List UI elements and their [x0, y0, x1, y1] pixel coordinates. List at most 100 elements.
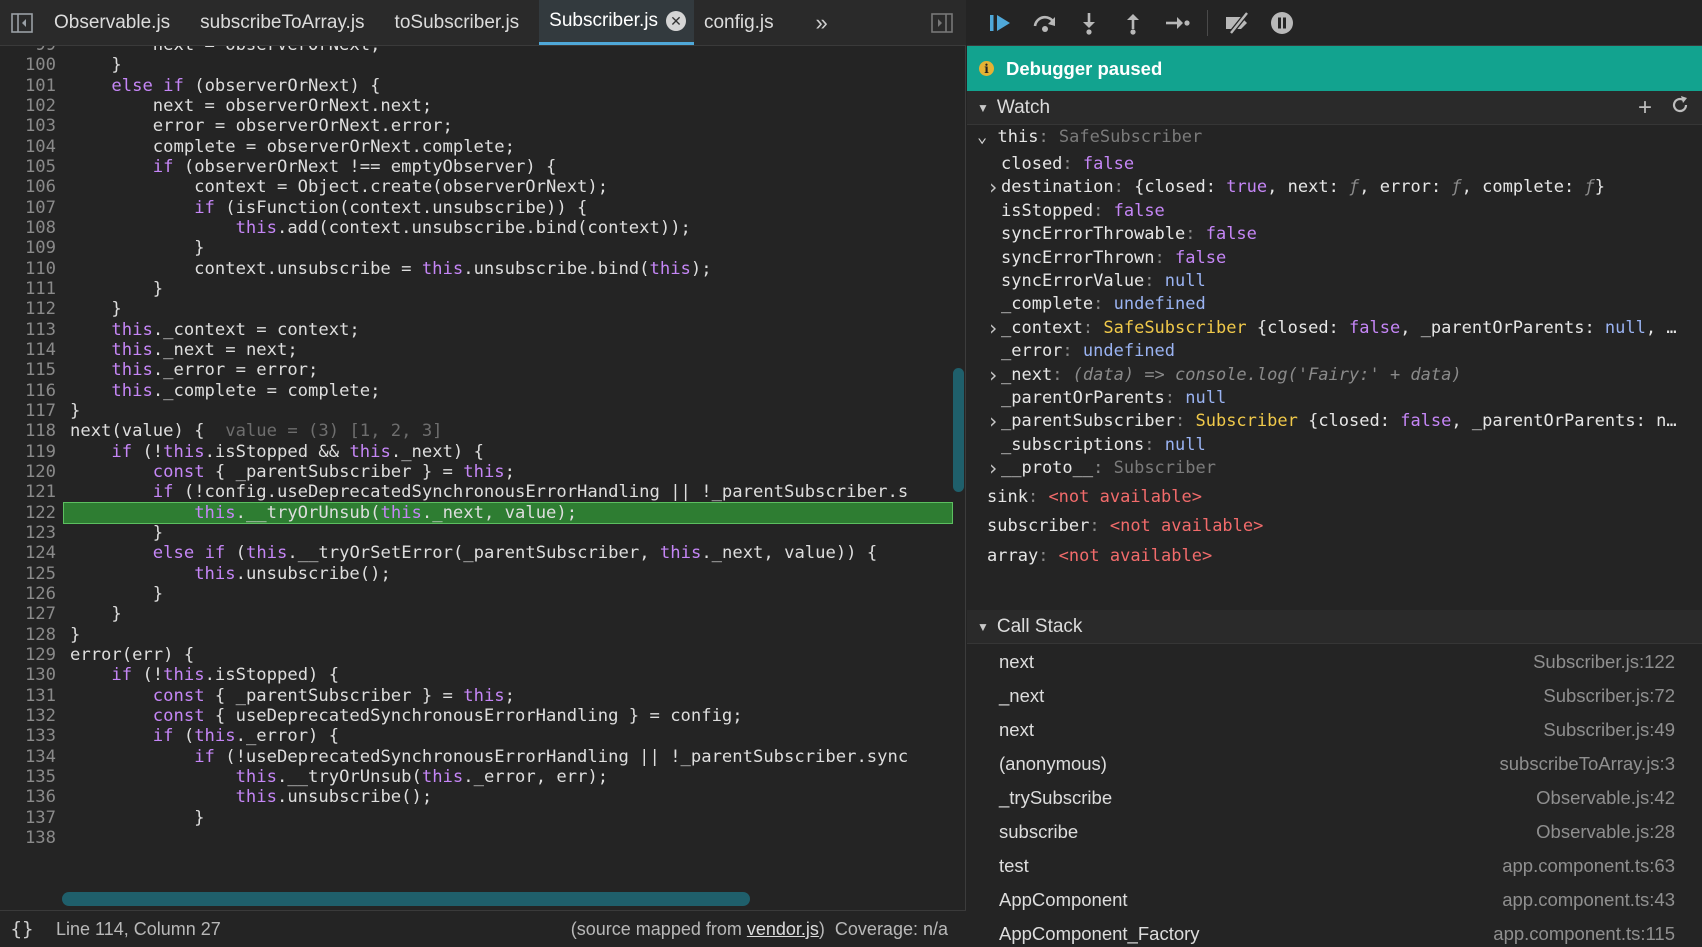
line-number[interactable]: 120 [0, 461, 56, 483]
line-number[interactable]: 136 [0, 786, 56, 808]
code-text: if (observerOrNext !== emptyObserver) { [152, 156, 557, 177]
line-number[interactable]: 128 [0, 624, 56, 646]
refresh-icon[interactable] [1670, 94, 1690, 122]
expand-arrow-icon[interactable]: › [987, 176, 999, 198]
call-stack-section-header[interactable]: ▼ Call Stack [967, 610, 1702, 644]
line-number[interactable]: 106 [0, 176, 56, 198]
line-number[interactable]: 111 [0, 278, 56, 300]
line-number[interactable]: 138 [0, 827, 56, 849]
line-number[interactable]: 126 [0, 583, 56, 605]
line-number[interactable]: 107 [0, 197, 56, 219]
code-text: this.__tryOrUnsub(this._next, value); [194, 502, 578, 523]
line-number[interactable]: 103 [0, 115, 56, 137]
tab-tosubscriber-js[interactable]: toSubscriber.js [385, 0, 540, 45]
call-stack-frame[interactable]: test app.component.ts:63 [967, 849, 1702, 883]
watch-property-row[interactable]: › destination: {closed: true, next: ƒ, er… [987, 176, 1605, 198]
code-line: 110 context.unsubscribe = this.unsubscri… [0, 258, 966, 280]
resume-icon[interactable] [981, 3, 1021, 43]
call-stack-frame[interactable]: (anonymous) subscribeToArray.js:3 [967, 747, 1702, 781]
deactivate-breakpoints-icon[interactable] [1218, 3, 1258, 43]
keyword-token: else [111, 75, 153, 96]
watch-expression-row[interactable]: sink: <not available> [987, 486, 1202, 508]
code-line: 124 else if (this.__tryOrSetError(_paren… [0, 542, 966, 564]
line-number[interactable]: 133 [0, 725, 56, 747]
watch-section-header[interactable]: ▼ Watch + [967, 91, 1702, 125]
code-text: } [70, 299, 122, 320]
line-number[interactable]: 132 [0, 705, 56, 727]
pretty-print-button[interactable]: {} [0, 918, 44, 940]
step-out-icon[interactable] [1113, 3, 1153, 43]
expand-arrow-icon[interactable]: › [987, 364, 999, 386]
line-number[interactable]: 100 [0, 54, 56, 76]
line-number[interactable]: 117 [0, 400, 56, 422]
source-map-link[interactable]: vendor.js [747, 919, 819, 939]
line-number[interactable]: 125 [0, 563, 56, 585]
watch-property-row[interactable]: › __proto__: Subscriber [987, 457, 1216, 479]
step-icon[interactable] [1157, 3, 1197, 43]
watch-expression-key: sink [987, 486, 1028, 507]
pause-on-exceptions-icon[interactable] [1262, 3, 1302, 43]
code-view[interactable]: 99 next = observerOrNext;100 }101 else i… [0, 46, 966, 908]
call-stack-frame[interactable]: AppComponent_Factory app.component.ts:115 [967, 917, 1702, 947]
line-number[interactable]: 123 [0, 522, 56, 544]
line-number[interactable]: 109 [0, 237, 56, 259]
line-number[interactable]: 119 [0, 441, 56, 463]
watch-expression-row[interactable]: array: <not available> [987, 545, 1212, 567]
watch-this-row[interactable]: ⌄ this: SafeSubscriber [977, 126, 1202, 148]
expand-arrow-icon[interactable]: › [987, 457, 999, 479]
call-stack-frame[interactable]: AppComponent app.component.ts:43 [967, 883, 1702, 917]
step-in-icon[interactable] [1069, 3, 1109, 43]
line-number[interactable]: 101 [0, 75, 56, 97]
watch-property-row[interactable]: › _next: (data) => console.log('Fairy:' +… [987, 364, 1462, 386]
line-number[interactable]: 104 [0, 136, 56, 158]
keyword-token: this [194, 726, 236, 747]
expand-arrow-icon[interactable]: › [987, 410, 999, 432]
expand-arrow-icon[interactable]: › [987, 317, 999, 339]
call-stack-frame[interactable]: subscribe Observable.js:28 [967, 815, 1702, 849]
tab-observable-js[interactable]: Observable.js [44, 0, 190, 45]
line-number[interactable]: 127 [0, 603, 56, 625]
line-number[interactable]: 110 [0, 258, 56, 280]
line-number[interactable]: 108 [0, 217, 56, 239]
line-number[interactable]: 135 [0, 766, 56, 788]
tab-subscriber-js[interactable]: Subscriber.js ✕ [539, 0, 694, 45]
horizontal-scrollbar[interactable] [62, 892, 750, 906]
tab-subscribetoarray-js[interactable]: subscribeToArray.js [190, 0, 384, 45]
line-number[interactable]: 124 [0, 542, 56, 564]
line-number[interactable]: 112 [0, 298, 56, 320]
line-number[interactable]: 137 [0, 807, 56, 829]
line-number[interactable]: 122 [0, 502, 56, 524]
line-number[interactable]: 105 [0, 156, 56, 178]
close-tab-icon[interactable]: ✕ [665, 11, 686, 31]
line-number[interactable]: 114 [0, 339, 56, 361]
call-stack-frame[interactable]: next Subscriber.js:49 [967, 713, 1702, 747]
watch-property-row[interactable]: › _context: SafeSubscriber {closed: false… [987, 317, 1677, 339]
function-token: ƒ [1451, 177, 1462, 198]
call-stack-frame[interactable]: next Subscriber.js:122 [967, 645, 1702, 679]
line-number[interactable]: 116 [0, 380, 56, 402]
toggle-navigator-icon[interactable] [0, 0, 44, 45]
line-number[interactable]: 131 [0, 685, 56, 707]
call-stack-frame[interactable]: _trySubscribe Observable.js:42 [967, 781, 1702, 815]
line-number[interactable]: 121 [0, 481, 56, 503]
call-stack-frame[interactable]: _next Subscriber.js:72 [967, 679, 1702, 713]
line-number[interactable]: 115 [0, 359, 56, 381]
more-tabs-button[interactable]: » [794, 0, 850, 45]
tab-config-js[interactable]: config.js [694, 0, 794, 45]
frame-location: subscribeToArray.js:3 [1499, 753, 1675, 774]
vertical-scrollbar[interactable] [953, 368, 964, 492]
line-number[interactable]: 129 [0, 644, 56, 666]
toggle-debugger-sidebar-icon[interactable] [918, 0, 966, 45]
step-over-icon[interactable] [1025, 3, 1065, 43]
line-number[interactable]: 102 [0, 95, 56, 117]
add-watch-icon[interactable]: + [1638, 94, 1652, 122]
line-number[interactable]: 130 [0, 664, 56, 686]
watch-property-row: closed: false [1001, 153, 1134, 175]
line-number[interactable]: 134 [0, 746, 56, 768]
line-number[interactable]: 118 [0, 420, 56, 442]
line-number[interactable]: 113 [0, 319, 56, 341]
code-text: const { _parentSubscriber } = this; [152, 685, 516, 706]
frame-function-name: test [999, 855, 1029, 876]
watch-expression-row[interactable]: subscriber: <not available> [987, 515, 1263, 537]
watch-property-row[interactable]: › _parentSubscriber: Subscriber {closed: … [987, 410, 1677, 432]
